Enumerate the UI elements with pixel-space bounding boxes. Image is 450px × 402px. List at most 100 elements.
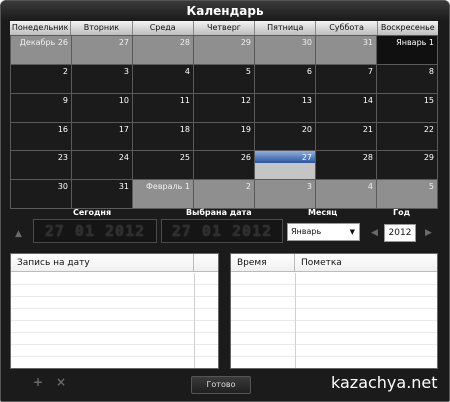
day-cell[interactable]: 29 (377, 151, 438, 181)
dropdown-arrow-icon[interactable]: ▼ (350, 224, 355, 240)
calendar-window: Календарь Понедельник Вторник Среда Четв… (0, 0, 450, 402)
weekday-header: Понедельник Вторник Среда Четверг Пятниц… (10, 21, 438, 35)
date-records-header: Запись на дату (11, 254, 218, 272)
day-number: 16 (57, 124, 68, 134)
day-number: 23 (57, 153, 68, 163)
day-cell[interactable]: 3 (255, 180, 316, 209)
selected-date-display[interactable]: 27 01 2012 (161, 219, 283, 243)
date-records-list[interactable] (11, 273, 218, 368)
day-cell[interactable]: 13 (255, 93, 316, 123)
year-label: Год (393, 208, 411, 217)
day-cell[interactable]: 14 (316, 93, 377, 123)
watermark-text: kazachya.net (331, 373, 438, 392)
day-cell[interactable]: 28 (316, 151, 377, 181)
weekday-thursday: Четверг (194, 21, 256, 35)
day-number: 27 (301, 153, 312, 163)
day-number: 26 (240, 153, 251, 163)
weekday-sunday: Воскресенье (380, 23, 435, 32)
day-number: 29 (423, 153, 434, 163)
day-cell[interactable]: 29 (194, 36, 255, 65)
day-cell[interactable]: Февраль 1 (133, 180, 194, 209)
day-cell[interactable]: 5 (194, 64, 255, 94)
day-cell-selected[interactable]: 27 (255, 151, 316, 181)
selected-date-label: Выбрана дата (186, 208, 252, 217)
day-number: 8 (428, 66, 434, 76)
day-number: 29 (240, 38, 251, 47)
day-cell[interactable]: 12 (194, 93, 255, 123)
day-cell[interactable]: 26 (194, 151, 255, 181)
day-cell[interactable]: 28 (133, 36, 194, 65)
day-cell[interactable]: Январь 1 (377, 36, 438, 65)
day-cell[interactable]: 15 (377, 93, 438, 123)
day-cell[interactable]: 3 (72, 64, 133, 94)
day-cell[interactable]: 23 (11, 151, 72, 181)
arrow-up-icon[interactable]: ▲ (15, 229, 22, 239)
day-cell[interactable]: 20 (255, 122, 316, 152)
day-cell[interactable]: 21 (316, 122, 377, 152)
day-cell[interactable]: 27 (72, 36, 133, 65)
today-date-display[interactable]: 27 01 2012 (33, 219, 157, 243)
day-cell[interactable]: 31 (316, 36, 377, 65)
day-number: 22 (423, 124, 434, 134)
month-select[interactable]: Январь ▼ (287, 223, 360, 241)
year-input[interactable]: 2012 (384, 224, 416, 242)
day-cell[interactable]: 18 (133, 122, 194, 152)
day-number: 20 (301, 124, 312, 134)
add-icon[interactable]: + (33, 375, 43, 389)
day-number: 31 (362, 38, 373, 47)
weekday-friday: Пятница (255, 21, 317, 35)
day-cell[interactable]: 2 (194, 180, 255, 209)
day-cell[interactable]: 11 (133, 93, 194, 123)
day-number: 24 (118, 153, 129, 163)
day-number: 4 (184, 66, 190, 76)
day-number: 13 (301, 95, 312, 105)
day-number: 30 (301, 38, 312, 47)
day-cell[interactable]: Декабрь 26 (11, 36, 72, 65)
day-number: 3 (306, 182, 312, 192)
day-cell[interactable]: 8 (377, 64, 438, 94)
day-cell[interactable]: 25 (133, 151, 194, 181)
day-cell[interactable]: 7 (316, 64, 377, 94)
weekday-wednesday: Среда (133, 21, 194, 35)
day-cell[interactable]: 9 (11, 93, 72, 123)
day-cell[interactable]: 19 (194, 122, 255, 152)
day-number: 30 (57, 182, 68, 192)
day-cell[interactable]: 17 (72, 122, 133, 152)
day-cell[interactable]: 22 (377, 122, 438, 152)
day-cell[interactable]: 31 (72, 180, 133, 209)
day-number: 14 (362, 95, 373, 105)
date-records-panel[interactable]: Запись на дату (10, 253, 219, 369)
notes-header: Время Пометка (231, 254, 437, 272)
day-cell[interactable]: 6 (255, 64, 316, 94)
day-cell[interactable]: 16 (11, 122, 72, 152)
day-number: 7 (367, 66, 373, 76)
month-label: Месяц (308, 208, 338, 217)
day-number: 21 (362, 124, 373, 134)
time-column-header: Время (231, 254, 295, 272)
delete-icon[interactable]: × (56, 375, 66, 389)
done-button[interactable]: Готово (191, 376, 251, 394)
day-cell[interactable]: 4 (133, 64, 194, 94)
next-year-icon[interactable]: ▶ (425, 228, 432, 238)
date-records-column: Запись на дату (11, 254, 194, 272)
note-column-header: Пометка (301, 258, 342, 268)
day-number: 15 (423, 95, 434, 105)
notes-list[interactable] (231, 273, 437, 368)
day-cell[interactable]: 24 (72, 151, 133, 181)
day-number: Январь 1 (396, 38, 434, 47)
day-number: 28 (362, 153, 373, 163)
day-cell[interactable]: 4 (316, 180, 377, 209)
weekday-tuesday: Вторник (71, 21, 133, 35)
day-cell[interactable]: 2 (11, 64, 72, 94)
day-number: 6 (306, 66, 312, 76)
day-cell[interactable]: 5 (377, 180, 438, 209)
day-number: 4 (367, 182, 373, 192)
prev-year-icon[interactable]: ◀ (371, 228, 378, 238)
day-cell[interactable]: 10 (72, 93, 133, 123)
notes-panel[interactable]: Время Пометка (230, 253, 438, 369)
day-cell[interactable]: 30 (255, 36, 316, 65)
day-number: 3 (123, 66, 129, 76)
day-number: 5 (428, 182, 434, 192)
day-cell[interactable]: 30 (11, 180, 72, 209)
day-number: 18 (179, 124, 190, 134)
